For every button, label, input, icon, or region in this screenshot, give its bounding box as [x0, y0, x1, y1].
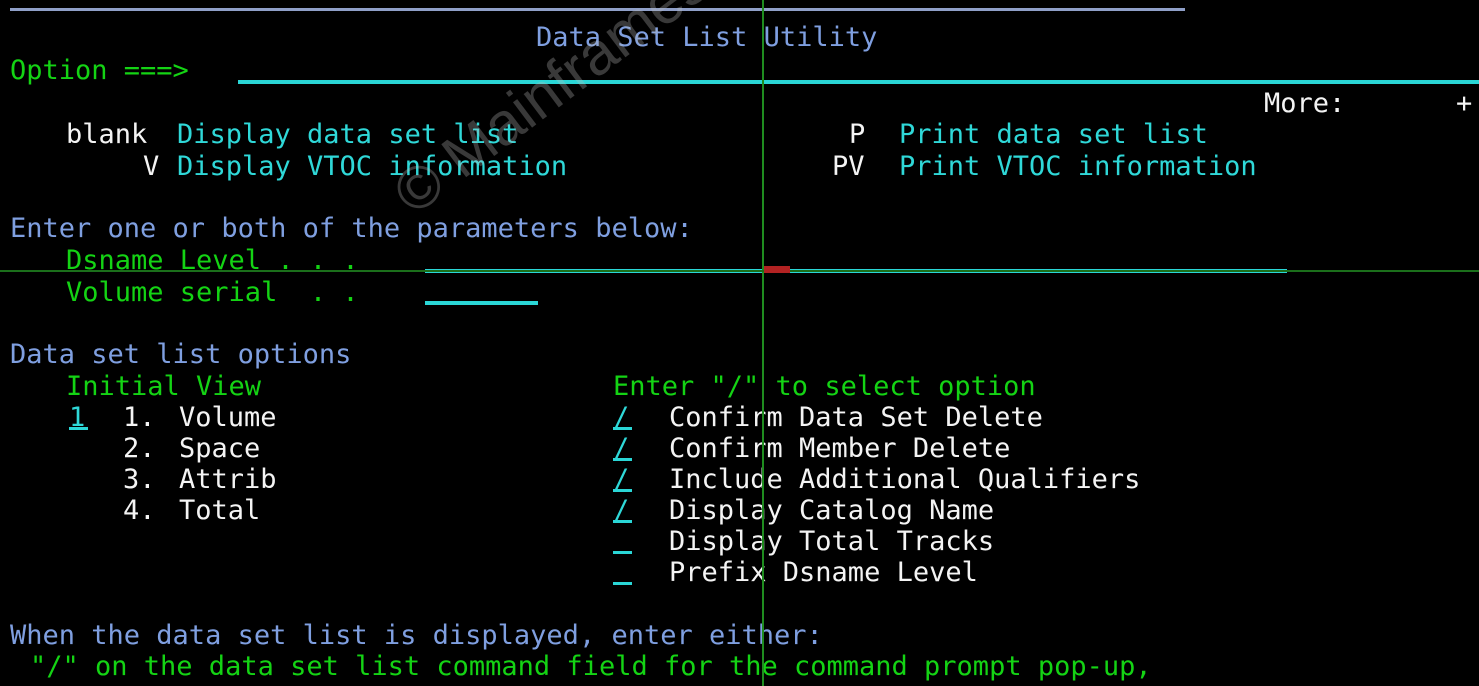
primary-option-code: V	[143, 151, 160, 182]
initial-view-choice-number: 1.	[123, 402, 156, 433]
select-option-label: Display Catalog Name	[669, 495, 995, 526]
select-option-label: Prefix Dsname Level	[669, 557, 978, 588]
more-indicator: +	[1456, 88, 1473, 119]
initial-view-choice-number: 4.	[123, 495, 156, 526]
primary-option-code: PV	[832, 151, 865, 182]
parameters-instruction: Enter one or both of the parameters belo…	[10, 213, 693, 244]
primary-option-code: blank	[66, 119, 148, 150]
initial-view-choice-label: Volume	[179, 402, 277, 433]
initial-view-choice-number: 3.	[123, 464, 156, 495]
volume-serial-underline	[425, 301, 538, 305]
select-option-heading: Enter "/" to select option	[613, 371, 1036, 402]
footer-line-1: When the data set list is displayed, ent…	[10, 620, 823, 651]
primary-option-description: Print VTOC information	[899, 151, 1257, 182]
select-option-underline	[613, 427, 632, 430]
top-divider-rule	[10, 8, 1185, 11]
cursor-crosshair-horizontal	[0, 270, 1479, 272]
initial-view-choice-label: Total	[179, 495, 261, 526]
select-option-underline	[613, 520, 632, 523]
select-option-underline	[613, 458, 632, 461]
initial-view-choice-number: 2.	[123, 433, 156, 464]
primary-option-description: Display VTOC information	[177, 151, 568, 182]
select-option-label: Confirm Member Delete	[669, 433, 1011, 464]
select-option-label: Confirm Data Set Delete	[669, 402, 1043, 433]
cursor-crosshair-vertical	[762, 0, 764, 686]
primary-option-code: P	[849, 119, 866, 150]
initial-view-choice-label: Attrib	[179, 464, 277, 495]
command-line-label: Option ===>	[10, 55, 189, 86]
select-option-label: Display Total Tracks	[669, 526, 995, 557]
select-option-label: Include Additional Qualifiers	[669, 464, 1141, 495]
more-label: More:	[1264, 88, 1346, 119]
options-section-heading: Data set list options	[10, 339, 352, 370]
initial-view-choice-label: Space	[179, 433, 261, 464]
page-title: Data Set List Utility	[536, 22, 878, 53]
text-cursor	[764, 266, 790, 273]
footer-line-2: "/" on the data set list command field f…	[30, 651, 1152, 682]
volume-serial-label: Volume serial . .	[66, 277, 359, 308]
select-option-underline	[613, 551, 632, 554]
initial-view-heading: Initial View	[66, 371, 262, 402]
terminal-screen: Data Set List Utility Option ===> More: …	[0, 0, 1479, 686]
primary-option-description: Print data set list	[899, 119, 1208, 150]
initial-view-underline	[69, 427, 88, 430]
select-option-underline	[613, 582, 632, 585]
primary-option-description: Display data set list	[177, 119, 519, 150]
command-input-underline	[238, 80, 1479, 84]
select-option-underline	[613, 489, 632, 492]
